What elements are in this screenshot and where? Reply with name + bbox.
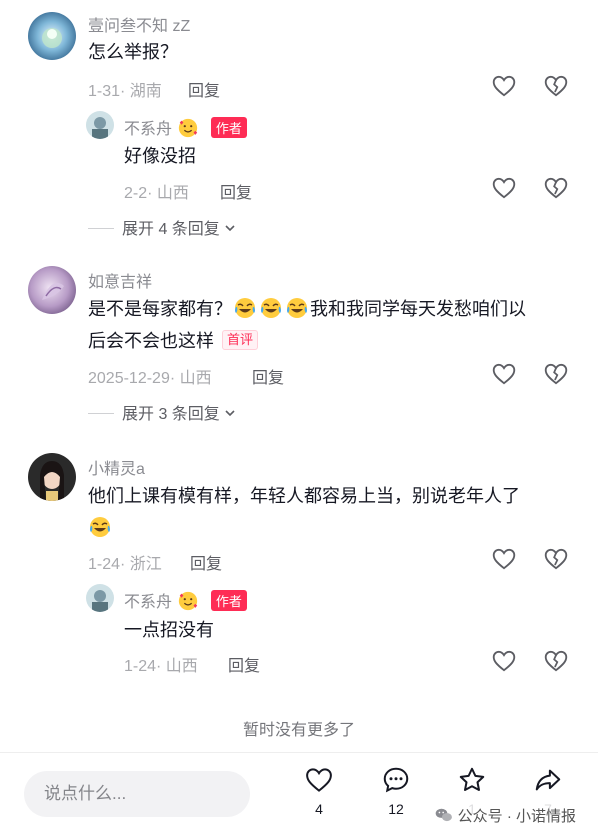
comment-input-container[interactable] — [24, 771, 250, 817]
author-badge: 作者 — [210, 117, 247, 138]
comment-date-location: 1-24· 浙江 — [88, 556, 162, 573]
smiling-face-with-hearts-icon — [179, 591, 198, 611]
heart-icon — [306, 768, 332, 792]
broken-heart-icon[interactable] — [543, 546, 569, 572]
author-badge: 作者 — [210, 590, 247, 611]
reply-button[interactable]: 回复 — [188, 77, 220, 101]
comment-list: 壹问叁不知 zZ 怎么举报？ 1-31· 湖南 回复 不系舟 作者 好像没招 2… — [0, 0, 598, 760]
share-arrow-icon — [535, 769, 561, 791]
broken-heart-icon[interactable] — [543, 361, 569, 387]
first-comment-badge: 首评 — [222, 330, 259, 350]
comment-username[interactable]: 壹问叁不知 zZ — [88, 12, 190, 36]
no-more-comments: 暂时没有更多了 — [242, 722, 355, 739]
comment-button[interactable]: 12 — [371, 765, 421, 817]
divider — [88, 413, 114, 414]
wechat-icon — [435, 808, 452, 822]
reply-avatar[interactable] — [86, 584, 114, 612]
comment-text: 是不是每家都有？ 我和我同学每天发愁咱们以 后会不会也这样 首评 — [88, 293, 578, 357]
expand-label: 展开 4 条回复 — [122, 221, 220, 238]
chevron-down-icon — [225, 225, 235, 232]
reply-text: 一点招没有 — [124, 620, 214, 640]
reply-button[interactable]: 回复 — [190, 550, 222, 574]
comment-date-location: 2025-12-29· 山西 — [88, 370, 212, 387]
comment-bubble-icon — [383, 767, 409, 793]
comment-text-part: 是不是每家都有？ — [88, 299, 232, 319]
comment-date-location: 1-31· 湖南 — [88, 83, 162, 100]
comment-text: 怎么举报？ — [88, 42, 178, 62]
watermark: 公众号 · 小诺情报 — [429, 803, 580, 828]
like-count: 4 — [315, 801, 323, 817]
reply-username: 不系舟 作者 — [124, 115, 247, 139]
heart-icon[interactable] — [491, 73, 517, 99]
like-button[interactable]: 4 — [294, 765, 344, 817]
comment-text: 他们上课有模有样，年轻人都容易上当，别说老年人了 — [88, 480, 568, 544]
avatar[interactable] — [28, 12, 76, 60]
comment-text-part: 他们上课有模有样，年轻人都容易上当，别说老年人了 — [88, 486, 520, 506]
crying-laughing-emoji-icon — [235, 298, 255, 318]
bottom-action-bar: 4 12 1 7 公众号 · 小诺情报 — [0, 752, 598, 840]
reply-button[interactable]: 回复 — [220, 179, 252, 203]
broken-heart-icon[interactable] — [543, 73, 569, 99]
reply-button[interactable]: 回复 — [228, 652, 260, 676]
broken-heart-icon[interactable] — [543, 648, 569, 674]
reply-button[interactable]: 回复 — [252, 364, 284, 388]
reply-avatar[interactable] — [86, 111, 114, 139]
watermark-text: 公众号 · 小诺情报 — [457, 808, 576, 825]
crying-laughing-emoji-icon — [261, 298, 281, 318]
comment-username[interactable]: 小精灵a — [88, 455, 145, 479]
expand-replies-button[interactable]: 展开 3 条回复 — [88, 400, 236, 424]
expand-replies-button[interactable]: 展开 4 条回复 — [88, 215, 236, 239]
reply-date-location: 2-2· 山西 — [124, 185, 189, 202]
star-icon — [459, 767, 485, 791]
reply-date-location: 1-24· 山西 — [124, 658, 198, 675]
avatar[interactable] — [28, 453, 76, 501]
heart-icon[interactable] — [491, 648, 517, 674]
crying-laughing-emoji-icon — [287, 298, 307, 318]
comment-input[interactable] — [24, 771, 250, 817]
chevron-down-icon — [225, 410, 235, 417]
comment-text-part: 我和我同学每天发愁咱们以 — [310, 299, 526, 319]
heart-icon[interactable] — [491, 546, 517, 572]
reply-text: 好像没招 — [124, 146, 196, 166]
expand-label: 展开 3 条回复 — [122, 406, 220, 423]
heart-icon[interactable] — [491, 175, 517, 201]
reply-username-text[interactable]: 不系舟 — [124, 121, 172, 138]
avatar[interactable] — [28, 266, 76, 314]
smiling-face-with-hearts-icon — [179, 118, 198, 138]
heart-icon[interactable] — [491, 361, 517, 387]
crying-laughing-emoji-icon — [90, 517, 110, 537]
divider — [88, 228, 114, 229]
reply-username: 不系舟 作者 — [124, 588, 247, 612]
comment-count: 12 — [388, 801, 404, 817]
broken-heart-icon[interactable] — [543, 175, 569, 201]
comment-username[interactable]: 如意吉祥 — [88, 268, 152, 292]
reply-username-text[interactable]: 不系舟 — [124, 594, 172, 611]
comment-text-part: 后会不会也这样 — [88, 331, 214, 351]
